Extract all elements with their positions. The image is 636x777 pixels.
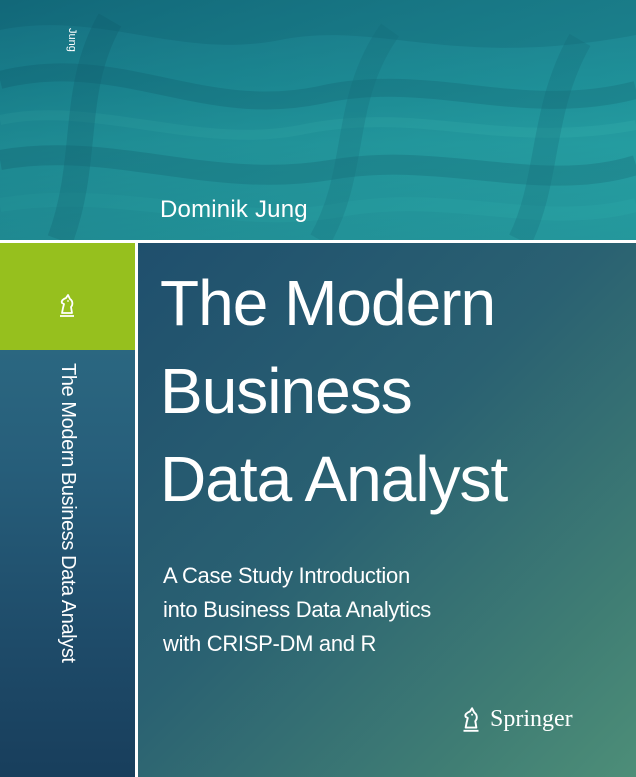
subtitle-line: into Business Data Analytics: [163, 597, 431, 622]
springer-horse-icon: [463, 707, 479, 732]
subtitle-line: A Case Study Introduction: [163, 563, 410, 588]
top-banner: Jung Dominik Jung: [0, 0, 636, 240]
publisher-name: Springer: [490, 705, 573, 732]
spine-panel: The Modern Business Data Analyst: [0, 243, 135, 777]
subtitle-line: with CRISP-DM and R: [163, 631, 377, 656]
book-subtitle: A Case Study Introduction into Business …: [163, 559, 431, 661]
book-title: The Modern Business Data Analyst: [160, 259, 508, 523]
spine-logo-box: [0, 243, 135, 350]
title-line: Data Analyst: [160, 443, 508, 515]
spine-title: The Modern Business Data Analyst: [57, 363, 79, 663]
wave-pattern: [0, 0, 636, 240]
title-panel: The Modern Business Data Analyst A Case …: [138, 243, 636, 777]
title-line: Business: [160, 355, 413, 427]
author-name: Dominik Jung: [160, 196, 308, 223]
title-line: The Modern: [160, 267, 496, 339]
spine-author: Jung: [66, 28, 78, 52]
publisher-mark: Springer: [458, 701, 573, 737]
book-cover: Jung Dominik Jung The Modern Business Da…: [0, 0, 636, 777]
springer-horse-icon: [60, 294, 74, 317]
